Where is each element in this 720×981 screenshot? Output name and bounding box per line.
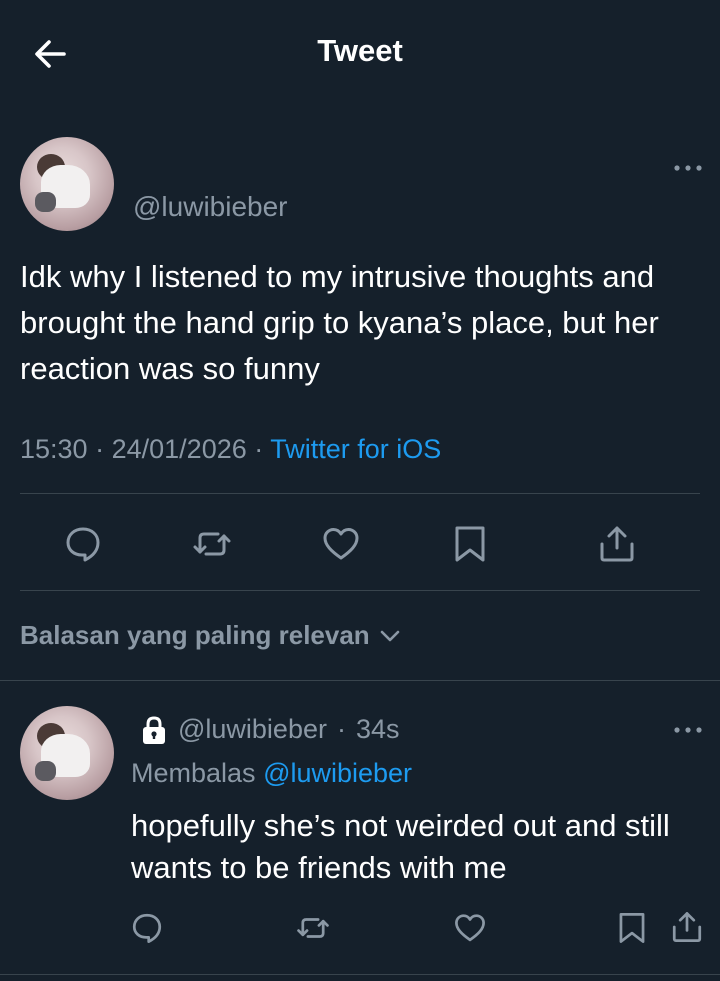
retweet-icon bbox=[297, 918, 329, 938]
reply-sort-dropdown[interactable]: Balasan yang paling relevan bbox=[20, 620, 402, 651]
replying-mention-link[interactable]: @luwibieber bbox=[263, 758, 412, 788]
divider bbox=[0, 974, 720, 975]
meta-separator: · bbox=[336, 714, 346, 744]
like-button[interactable] bbox=[321, 524, 361, 564]
divider bbox=[0, 680, 720, 681]
page-title: Tweet bbox=[317, 33, 403, 68]
tweet-text: Idk why I listened to my intrusive thoug… bbox=[20, 259, 659, 386]
bookmark-icon bbox=[619, 913, 645, 943]
like-icon bbox=[323, 528, 359, 560]
reply-share-button[interactable] bbox=[670, 910, 704, 944]
tweet-source-link[interactable]: Twitter for iOS bbox=[270, 434, 441, 464]
reply-avatar[interactable] bbox=[20, 706, 114, 800]
bookmark-icon bbox=[455, 526, 485, 562]
more-dots-icon bbox=[674, 165, 702, 171]
tweet-date: 24/01/2026 bbox=[111, 434, 247, 464]
tweet-time: 15:30 bbox=[20, 434, 88, 464]
lock-icon bbox=[143, 715, 165, 744]
avatar[interactable] bbox=[20, 137, 114, 231]
reply-retweet-button[interactable] bbox=[296, 911, 330, 945]
reply-like-button[interactable] bbox=[453, 911, 487, 945]
replying-prefix: Membalas bbox=[131, 758, 256, 788]
more-options-button[interactable] bbox=[671, 158, 705, 178]
share-icon bbox=[600, 526, 634, 562]
reply-icon bbox=[66, 527, 100, 562]
like-icon bbox=[455, 914, 485, 942]
meta-separator: · bbox=[95, 434, 105, 464]
reply-bookmark-button[interactable] bbox=[615, 911, 649, 945]
replying-to: Membalas @luwibieber bbox=[131, 758, 412, 789]
reply-age: 34s bbox=[355, 714, 400, 744]
tweet-meta: 15:30 · 24/01/2026 · Twitter for iOS bbox=[20, 434, 441, 465]
bookmark-button[interactable] bbox=[450, 524, 490, 564]
reply-handle[interactable]: @luwibieber bbox=[178, 714, 327, 745]
author-handle[interactable]: @luwibieber bbox=[133, 191, 288, 223]
reply-text: hopefully she’s not weirded out and stil… bbox=[131, 808, 670, 885]
reply-header: @luwibieber · 34s bbox=[140, 714, 400, 745]
retweet-button[interactable] bbox=[192, 524, 232, 564]
chevron-down-icon bbox=[380, 630, 400, 641]
reply-sort-label: Balasan yang paling relevan bbox=[20, 620, 370, 650]
divider bbox=[20, 493, 700, 494]
reply-button[interactable] bbox=[63, 524, 103, 564]
reply-icon bbox=[132, 913, 162, 943]
divider bbox=[20, 590, 700, 591]
retweet-icon bbox=[193, 532, 231, 556]
meta-separator: · bbox=[254, 434, 264, 464]
share-icon bbox=[672, 912, 702, 942]
reply-reply-button[interactable] bbox=[130, 911, 164, 945]
more-dots-icon bbox=[674, 727, 702, 733]
share-button[interactable] bbox=[597, 524, 637, 564]
reply-more-options-button[interactable] bbox=[671, 720, 705, 740]
